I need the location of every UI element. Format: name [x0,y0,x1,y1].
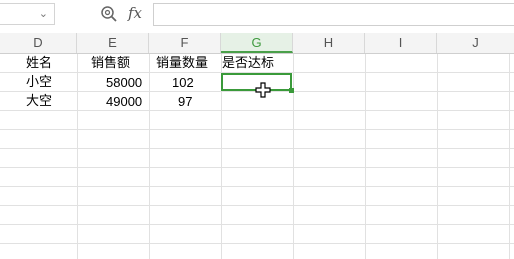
cell-g1[interactable]: 是否达标 [222,55,274,73]
column-header-d[interactable]: D [0,33,77,53]
cell-d1[interactable]: 姓名 [26,55,52,73]
column-header-j[interactable]: J [437,33,514,53]
cell-e3[interactable]: 49000 [106,93,142,111]
column-headers: D E F G H I J [0,33,514,54]
fx-icon[interactable]: fx [128,4,142,22]
cell-d3[interactable]: 大空 [26,93,52,111]
cell-f3[interactable]: 97 [178,93,192,111]
cell-cursor-icon [255,82,271,98]
name-box[interactable]: ⌄ [0,3,55,25]
cell-f1[interactable]: 销量数量 [156,55,208,73]
formula-bar: ⌄ fx [0,0,514,34]
fill-handle[interactable] [289,88,294,93]
chevron-down-icon[interactable]: ⌄ [39,7,48,20]
column-header-g[interactable]: G [221,33,293,53]
column-header-e[interactable]: E [77,33,149,53]
column-header-i[interactable]: I [365,33,437,53]
column-header-h[interactable]: H [293,33,365,53]
zoom-icon[interactable] [100,5,118,23]
cell-e2[interactable]: 58000 [106,74,142,92]
cell-d2[interactable]: 小空 [26,74,52,92]
cell-f2[interactable]: 102 [172,74,194,92]
column-header-f[interactable]: F [149,33,221,53]
cell-e1[interactable]: 销售额 [91,55,130,73]
formula-input[interactable] [153,3,514,26]
